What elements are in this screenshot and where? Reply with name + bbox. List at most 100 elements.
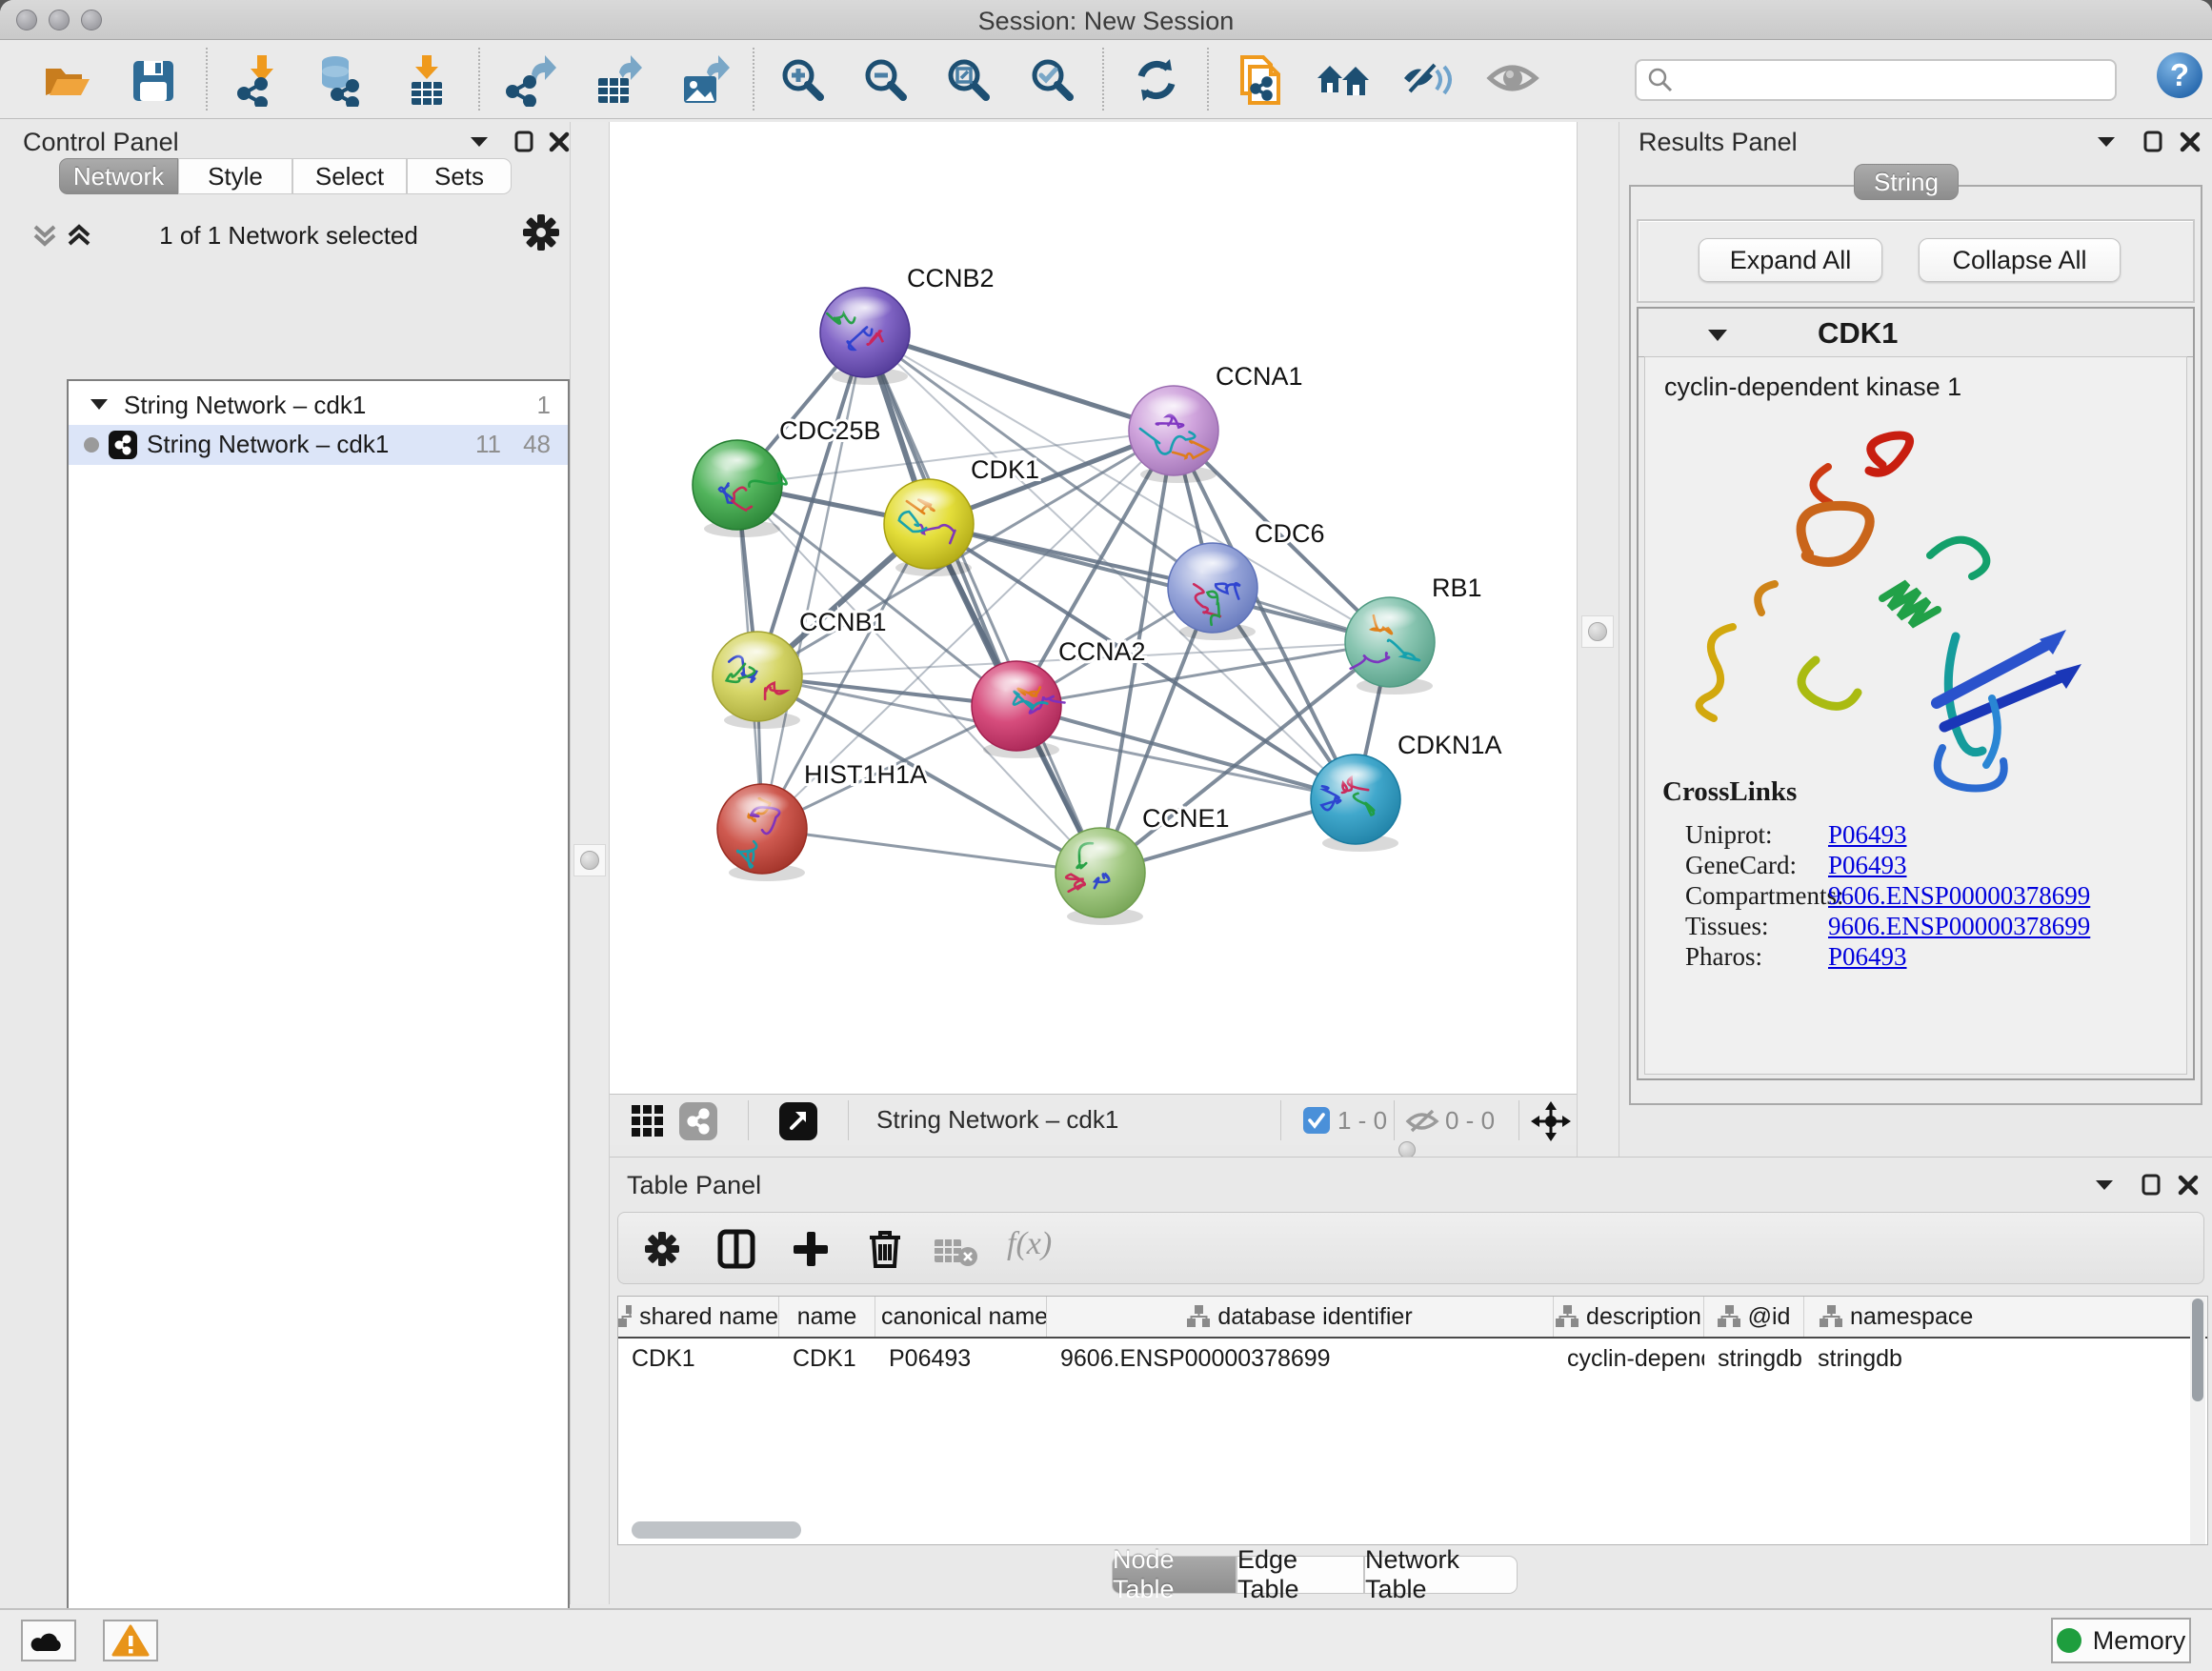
refresh-icon[interactable] <box>1130 53 1183 107</box>
results-panel-close-icon[interactable] <box>2178 130 2206 154</box>
show-columns-icon[interactable] <box>715 1228 757 1270</box>
zoom-in-icon[interactable] <box>776 53 830 107</box>
import-database-icon[interactable] <box>312 53 366 107</box>
gene-card-expander-icon[interactable] <box>1705 324 1730 347</box>
column-header-id[interactable]: @id <box>1704 1297 1804 1337</box>
grid-view-icon[interactable] <box>630 1103 666 1139</box>
table-panel-collapse-icon[interactable] <box>2092 1173 2121 1198</box>
table-panel-close-icon[interactable] <box>2176 1173 2204 1198</box>
left-splitter-handle[interactable] <box>573 844 606 876</box>
right-splitter[interactable] <box>1577 122 1619 1157</box>
crosslink-compartments-link[interactable]: 9606.ENSP00000378699 <box>1828 881 2090 911</box>
table-horizontal-scrollbar-thumb[interactable] <box>632 1521 801 1539</box>
left-splitter[interactable] <box>570 122 610 1604</box>
network-row-selected[interactable]: String Network – cdk1 11 48 <box>69 425 568 465</box>
table-vertical-scrollbar-thumb[interactable] <box>2192 1299 2203 1401</box>
tab-edge-table[interactable]: Edge Table <box>1237 1556 1364 1594</box>
import-table-icon[interactable] <box>400 53 453 107</box>
network-node-CDC6[interactable]: CDC6 <box>1168 519 1325 640</box>
tab-string[interactable]: String <box>1854 164 1959 200</box>
delete-column-trash-icon[interactable] <box>864 1226 906 1270</box>
network-node-CCNB1[interactable]: CCNB1 <box>713 608 887 729</box>
delete-table-icon[interactable] <box>933 1234 980 1268</box>
cloud-status-button[interactable] <box>21 1620 76 1661</box>
network-node-CCNE1[interactable]: CCNE1 <box>1056 804 1230 925</box>
home-icon[interactable] <box>1317 53 1370 107</box>
tab-sets[interactable]: Sets <box>407 158 512 194</box>
network-canvas[interactable]: CCNB2CCNA1CDC25BCDK1CDC6RB1CCNB1CCNA2CDK… <box>610 122 1577 1094</box>
cell-name[interactable]: CDK1 <box>779 1339 875 1379</box>
show-all-eye-icon[interactable] <box>1486 53 1539 107</box>
birdseye-navigator-icon[interactable] <box>1530 1100 1572 1142</box>
column-header-namespace[interactable]: namespace <box>1804 1297 2192 1337</box>
export-image-icon[interactable] <box>676 53 730 107</box>
crosslink-pharos-link[interactable]: P06493 <box>1828 942 1907 972</box>
crosslink-genecard-link[interactable]: P06493 <box>1828 851 1907 880</box>
horizontal-splitter[interactable] <box>610 1145 1577 1157</box>
network-collection-row[interactable]: String Network – cdk1 1 <box>69 389 568 425</box>
network-edge-CCNB2-CCNA1[interactable] <box>865 332 1174 431</box>
column-header-name[interactable]: name <box>779 1297 875 1337</box>
cell-namespace[interactable]: stringdb <box>1804 1339 2192 1379</box>
collapse-all-button[interactable]: Collapse All <box>1919 238 2121 282</box>
zoom-fit-icon[interactable] <box>942 53 995 107</box>
column-header-database-identifier[interactable]: database identifier <box>1047 1297 1554 1337</box>
network-node-HIST1H1A[interactable]: HIST1H1A <box>717 760 927 881</box>
open-session-icon[interactable] <box>38 53 91 107</box>
crosslink-tissues-link[interactable]: 9606.ENSP00000378699 <box>1828 912 2090 941</box>
results-panel-collapse-icon[interactable] <box>2094 130 2122 154</box>
control-panel-float-icon[interactable] <box>513 130 541 154</box>
results-panel-float-icon[interactable] <box>2142 130 2170 154</box>
network-node-CDK1[interactable]: CDK1 <box>884 455 1039 576</box>
column-header-description[interactable]: description <box>1554 1297 1704 1337</box>
add-column-icon[interactable] <box>790 1228 832 1270</box>
column-header-shared-name[interactable]: shared name <box>618 1297 779 1337</box>
cell-canonical-name[interactable]: P06493 <box>875 1339 1047 1379</box>
column-header-canonical-name[interactable]: canonical name <box>875 1297 1047 1337</box>
cell-shared-name[interactable]: CDK1 <box>618 1339 779 1379</box>
network-edge-CCNA2-CDKN1A[interactable] <box>1016 706 1356 799</box>
table-vertical-scrollbar[interactable] <box>2190 1299 2205 1544</box>
network-node-CCNA1[interactable]: CCNA1 <box>1129 362 1303 483</box>
control-panel-collapse-icon[interactable] <box>467 130 495 154</box>
warning-status-button[interactable] <box>103 1620 158 1661</box>
export-table-icon[interactable] <box>591 53 644 107</box>
tab-node-table[interactable]: Node Table <box>1112 1556 1237 1594</box>
table-settings-gear-icon[interactable] <box>643 1230 681 1268</box>
tab-select[interactable]: Select <box>292 158 407 194</box>
network-node-RB1[interactable]: RB1 <box>1345 574 1482 695</box>
zoom-selected-icon[interactable] <box>1026 53 1079 107</box>
network-edge-CCNB2-HIST1H1A[interactable] <box>762 332 865 829</box>
cell-database-identifier[interactable]: 9606.ENSP00000378699 <box>1047 1339 1554 1379</box>
tab-network-table[interactable]: Network Table <box>1364 1556 1518 1594</box>
hide-selection-eye-icon[interactable] <box>1402 53 1456 107</box>
crosslink-uniprot-link[interactable]: P06493 <box>1828 820 1907 850</box>
right-splitter-handle[interactable] <box>1581 615 1614 648</box>
detach-view-icon[interactable] <box>779 1102 817 1140</box>
zoom-out-icon[interactable] <box>859 53 913 107</box>
search-input[interactable] <box>1675 63 2105 97</box>
network-options-gear-icon[interactable] <box>522 213 560 252</box>
hidden-eye-icon[interactable] <box>1405 1106 1439 1137</box>
network-node-CDC25B[interactable]: CDC25B <box>693 416 881 537</box>
network-edge-HIST1H1A-CCNE1[interactable] <box>762 829 1100 873</box>
table-row[interactable]: CDK1 CDK1 P06493 9606.ENSP00000378699 cy… <box>618 1339 2207 1379</box>
expand-all-button[interactable]: Expand All <box>1699 238 1882 282</box>
memory-button[interactable]: Memory <box>2051 1618 2191 1663</box>
cell-description[interactable]: cyclin-dependent ... <box>1554 1339 1704 1379</box>
network-node-CDKN1A[interactable]: CDKN1A <box>1311 731 1502 852</box>
table-panel-float-icon[interactable] <box>2140 1173 2168 1198</box>
cell-id[interactable]: stringdb:9... <box>1704 1339 1804 1379</box>
save-session-icon[interactable] <box>126 53 179 107</box>
export-network-icon[interactable] <box>503 53 556 107</box>
import-network-icon[interactable] <box>232 53 286 107</box>
function-builder-icon[interactable]: f(x) <box>1007 1226 1052 1262</box>
network-edge-CCNB2-CCNE1[interactable] <box>865 332 1100 873</box>
help-button[interactable]: ? <box>2157 52 2202 98</box>
tab-style[interactable]: Style <box>178 158 292 194</box>
share-document-icon[interactable] <box>1235 53 1288 107</box>
network-view-mode-icon[interactable] <box>679 1102 717 1140</box>
tab-network[interactable]: Network <box>59 158 178 194</box>
collection-expander-icon[interactable] <box>88 394 111 415</box>
selected-checkbox-icon[interactable] <box>1303 1107 1330 1134</box>
